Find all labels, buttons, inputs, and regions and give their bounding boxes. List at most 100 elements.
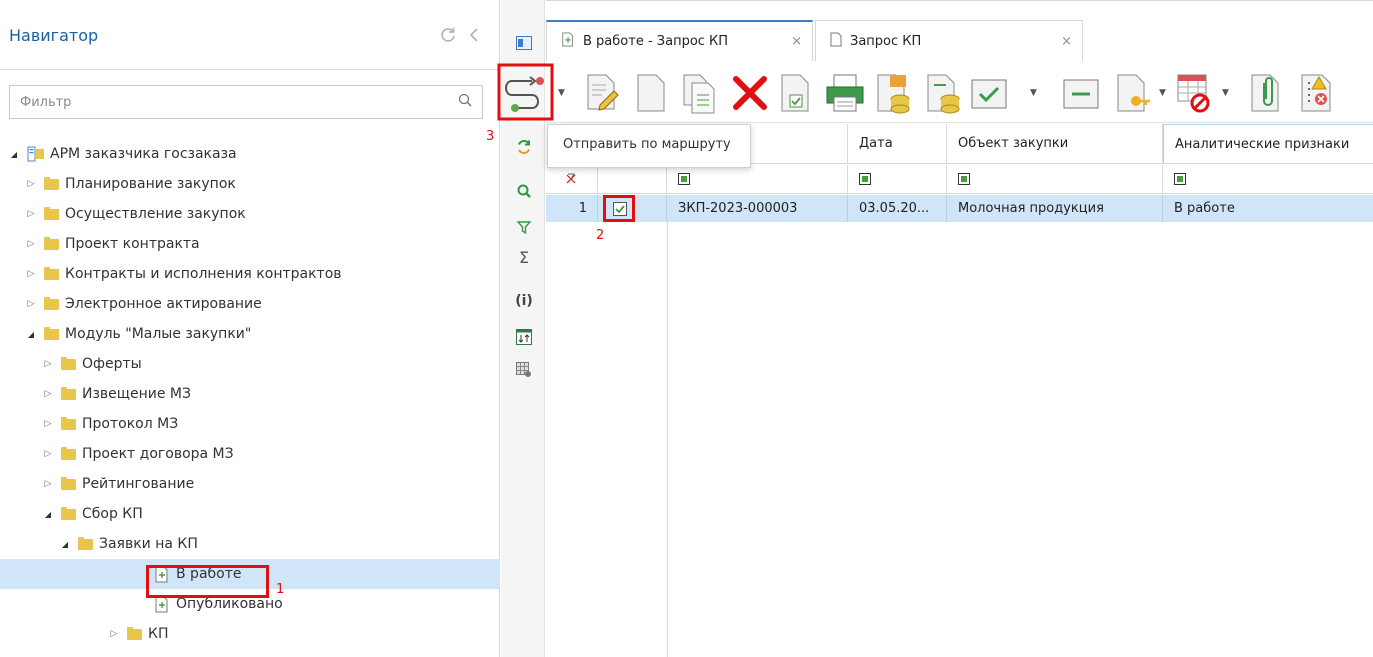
collapsed-arrow-icon[interactable]: ▷ — [43, 449, 53, 459]
cell-object[interactable]: Молочная продукция — [947, 195, 1163, 222]
collapsed-arrow-icon[interactable]: ▷ — [26, 239, 36, 249]
filter-indicator-icon[interactable] — [859, 173, 871, 185]
collapsed-arrow-icon[interactable]: ▷ — [26, 179, 36, 189]
filter-input[interactable] — [20, 94, 458, 110]
filter-indicator-icon[interactable] — [1174, 173, 1186, 185]
tree-item-contracts[interactable]: ▷ Контракты и исполнения контрактов — [0, 259, 500, 289]
column-header-date[interactable]: Дата — [848, 124, 947, 164]
filter-row-clear[interactable] — [546, 165, 598, 194]
tree-item-label: Заявки на КП — [99, 536, 198, 552]
sort-icon[interactable] — [515, 328, 533, 346]
column-header-analytic[interactable]: Аналитические признаки — [1163, 124, 1373, 164]
check-all-icon[interactable] — [970, 78, 1008, 114]
navigator-header: Навигатор — [0, 0, 499, 70]
clear-filter-icon[interactable] — [564, 172, 578, 186]
sum-icon[interactable]: Σ — [515, 248, 533, 267]
close-icon[interactable]: × — [1061, 34, 1072, 49]
folder-icon — [61, 506, 76, 520]
cell-analytic[interactable]: В работе — [1163, 195, 1373, 222]
tree-item-label: АРМ заказчика госзаказа — [50, 146, 237, 162]
panel-toggle-icon[interactable] — [515, 34, 533, 52]
cell-number[interactable]: ЗКП-2023-000003 — [667, 195, 848, 222]
tree-item-label: Проект договора МЗ — [82, 446, 234, 462]
warning-document-icon[interactable] — [1296, 71, 1338, 119]
folder-icon — [44, 296, 59, 310]
tree-item-contract-draft[interactable]: ▷ Проект контракта — [0, 229, 500, 259]
cell-date[interactable]: 03.05.20... — [848, 195, 947, 222]
tab-in-progress-kp-request[interactable]: В работе - Запрос КП × — [546, 20, 813, 61]
collapse-panel-icon[interactable] — [461, 22, 487, 48]
collapsed-arrow-icon[interactable]: ▷ — [109, 629, 119, 639]
attach-file-icon[interactable] — [1244, 71, 1286, 119]
tree-item-kp[interactable]: ▷ КП — [0, 619, 500, 649]
expanded-arrow-icon[interactable]: ◢ — [26, 330, 36, 339]
expanded-arrow-icon[interactable]: ◢ — [43, 510, 53, 519]
cell-value: ЗКП-2023-000003 — [678, 201, 798, 216]
highlight-box-checkbox — [603, 195, 635, 222]
uncheck-all-icon[interactable] — [1062, 78, 1100, 114]
filter-indicator-icon[interactable] — [678, 173, 690, 185]
collapsed-arrow-icon[interactable]: ▷ — [43, 389, 53, 399]
row-number-cell: 1 — [546, 195, 598, 222]
tree-item-rating[interactable]: ▷ Рейтингование — [0, 469, 500, 499]
delete-icon[interactable] — [730, 73, 770, 117]
collapsed-arrow-icon[interactable]: ▷ — [43, 419, 53, 429]
search-icon[interactable] — [458, 93, 472, 111]
grid-settings-icon[interactable] — [515, 361, 533, 379]
tab-kp-request[interactable]: Запрос КП × — [815, 20, 1083, 61]
dropdown-arrow-icon[interactable]: ▼ — [558, 88, 565, 98]
filter-cell-object[interactable] — [947, 165, 1163, 194]
filter-cell-number[interactable] — [667, 165, 848, 194]
tree-item-kp-requests[interactable]: ◢ Заявки на КП — [0, 529, 500, 559]
close-icon[interactable]: × — [791, 34, 802, 49]
folder-icon — [44, 236, 59, 250]
top-border — [546, 0, 1373, 1]
tree-item-small-purchases[interactable]: ◢ Модуль "Малые закупки" — [0, 319, 500, 349]
approve-document-icon[interactable] — [776, 71, 816, 119]
collapsed-arrow-icon[interactable]: ▷ — [26, 299, 36, 309]
info-icon[interactable]: (i) — [515, 292, 533, 310]
expanded-arrow-icon[interactable]: ◢ — [60, 540, 70, 549]
print-icon[interactable] — [824, 71, 866, 119]
document-icon — [561, 32, 575, 51]
collapsed-arrow-icon[interactable]: ▷ — [26, 209, 36, 219]
collapsed-arrow-icon[interactable]: ▷ — [43, 359, 53, 369]
new-document-icon[interactable] — [630, 71, 670, 119]
filter-indicator-icon[interactable] — [958, 173, 970, 185]
cancel-table-icon[interactable] — [1174, 71, 1216, 119]
dropdown-arrow-icon[interactable]: ▼ — [1222, 88, 1229, 98]
export-db-icon[interactable] — [872, 71, 914, 119]
tree-item-label: Извещение МЗ — [82, 386, 191, 402]
filter-cell[interactable] — [598, 165, 667, 194]
refresh-icon[interactable] — [435, 22, 461, 48]
copy-document-icon[interactable] — [680, 71, 720, 119]
refresh-icon[interactable] — [515, 138, 533, 156]
send-route-icon[interactable] — [496, 61, 555, 123]
data-grid: Дата Объект закупки Аналитические призна… — [546, 124, 1373, 657]
tree-item-agreement-draft[interactable]: ▷ Проект договора МЗ — [0, 439, 500, 469]
tree-item-notice[interactable]: ▷ Извещение МЗ — [0, 379, 500, 409]
collapsed-arrow-icon[interactable]: ▷ — [43, 479, 53, 489]
tree-item-arm[interactable]: ◢ АРМ заказчика госзаказа — [0, 139, 500, 169]
filter-cell-date[interactable] — [848, 165, 947, 194]
tree-item-protocol[interactable]: ▷ Протокол МЗ — [0, 409, 500, 439]
dropdown-arrow-icon[interactable]: ▼ — [1030, 88, 1037, 98]
tree-item-offers[interactable]: ▷ Оферты — [0, 349, 500, 379]
filter-icon[interactable] — [515, 218, 533, 236]
send-route-tooltip: Отправить по маршруту — [547, 124, 751, 168]
tree-item-e-acts[interactable]: ▷ Электронное актирование — [0, 289, 500, 319]
column-header-object[interactable]: Объект закупки — [947, 124, 1163, 164]
edit-icon[interactable] — [582, 71, 622, 119]
tree-item-procurement[interactable]: ▷ Осуществление закупок — [0, 199, 500, 229]
search-icon[interactable] — [515, 182, 533, 200]
collapsed-arrow-icon[interactable]: ▷ — [26, 269, 36, 279]
tree-item-planning[interactable]: ▷ Планирование закупок — [0, 169, 500, 199]
import-db-icon[interactable] — [922, 71, 964, 119]
filter-field[interactable] — [9, 85, 483, 119]
filter-cell-analytic[interactable] — [1163, 165, 1373, 194]
dropdown-arrow-icon[interactable]: ▼ — [1159, 88, 1166, 98]
tree-item-label: Модуль "Малые закупки" — [65, 326, 252, 342]
tree-item-kp-collection[interactable]: ◢ Сбор КП — [0, 499, 500, 529]
expanded-arrow-icon[interactable]: ◢ — [9, 150, 19, 159]
sign-document-icon[interactable] — [1112, 71, 1154, 119]
